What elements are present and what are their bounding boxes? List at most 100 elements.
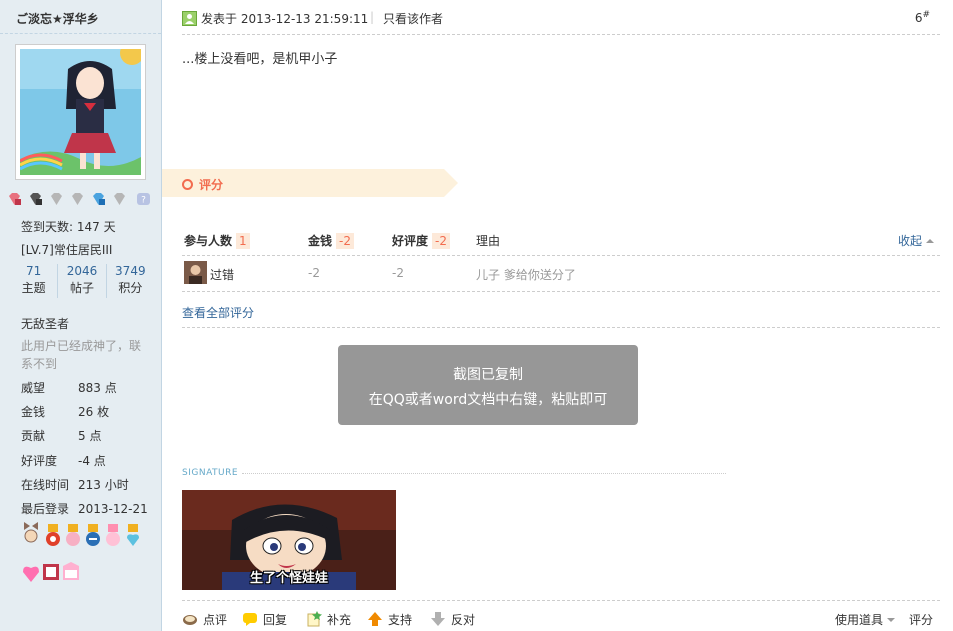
stat-label: 主题 xyxy=(21,281,46,295)
medal-icon[interactable] xyxy=(42,560,60,584)
post-main: 发表于 2013-12-13 21:59:11 | 只看该作者 6# ...楼上… xyxy=(162,0,953,631)
profile-value: -4 点 xyxy=(78,454,106,468)
stat-points[interactable]: 3749 积分 xyxy=(105,264,154,298)
tools-label: 使用道具 xyxy=(834,613,883,627)
user-sidebar: ご淡忘★浮华乡 ? 签到天数: 147 天 [LV.7]常住居民III 71 主… xyxy=(0,0,162,631)
stat-number[interactable]: 3749 xyxy=(107,264,154,279)
rater-name[interactable]: 过错 xyxy=(210,266,234,283)
rating-banner: 评分 xyxy=(162,169,458,197)
rating-row: 过错 -2 -2 儿子 爹给你送分了 xyxy=(182,256,940,292)
support-label: 支持 xyxy=(388,613,413,627)
user-stats: 71 主题 2046 帖子 3749 积分 xyxy=(10,264,154,298)
rating-table: 参与人数 1 金钱 -2 好评度 -2 理由 收起 过错 -2 -2 儿子 爹给你送分… xyxy=(182,224,940,292)
signature-label: SIGNATURE xyxy=(182,468,239,478)
col-participants-label: 参与人数 xyxy=(184,234,233,248)
rater-reputation: -2 xyxy=(392,266,404,280)
medal-icon[interactable] xyxy=(22,520,40,544)
divider xyxy=(0,33,161,34)
chevron-up-icon xyxy=(926,239,934,243)
medal-icon[interactable] xyxy=(64,524,82,548)
thumbs-down-arrow-icon xyxy=(431,612,445,626)
profile-key: 在线时间 xyxy=(21,478,70,492)
medal-icon[interactable] xyxy=(124,524,142,548)
use-tools-dropdown[interactable]: 使用道具 xyxy=(835,611,895,628)
stat-number[interactable]: 2046 xyxy=(58,264,105,279)
col-money-label: 金钱 xyxy=(308,234,333,248)
screenshot-toast: 截图已复制 在QQ或者word文档中右键，粘贴即可 xyxy=(338,345,638,425)
reply-icon xyxy=(243,613,257,626)
username-link[interactable]: ご淡忘★浮华乡 xyxy=(16,10,99,27)
profile-value: 883 点 xyxy=(78,381,117,395)
user-status-note: 此用户已经成神了，联系不到 xyxy=(21,339,142,371)
rating-table-header: 参与人数 1 金钱 -2 好评度 -2 理由 收起 xyxy=(182,224,940,256)
rater-avatar[interactable] xyxy=(184,261,207,284)
svg-text:?: ? xyxy=(141,196,146,206)
support-button[interactable]: 支持 xyxy=(367,611,412,628)
medal-icon[interactable] xyxy=(22,560,40,584)
profile-key: 贡献 xyxy=(21,429,46,443)
supplement-button[interactable]: 补充 xyxy=(306,611,351,628)
profile-value: 5 点 xyxy=(78,429,102,443)
post-header: 发表于 2013-12-13 21:59:11 | 只看该作者 6# xyxy=(182,0,940,35)
user-title: 无敌圣者 xyxy=(21,317,70,331)
profile-row: 最后登录 2013-12-21 xyxy=(21,500,161,517)
participants-count: 1 xyxy=(236,233,250,249)
chevron-down-icon xyxy=(887,618,895,622)
gem-icon[interactable] xyxy=(7,192,22,206)
profile-value: 213 小时 xyxy=(78,478,129,492)
comment-label: 点评 xyxy=(203,613,228,627)
collapse-button[interactable]: 收起 xyxy=(898,232,934,249)
col-money: 金钱 -2 xyxy=(308,232,354,249)
oppose-label: 反对 xyxy=(451,613,476,627)
stat-threads[interactable]: 71 主题 xyxy=(10,264,57,298)
profile-value: 2013-12-21 xyxy=(78,502,148,516)
signature-divider xyxy=(242,473,726,474)
only-author-link[interactable]: 只看该作者 xyxy=(383,10,443,27)
medal-icon[interactable] xyxy=(104,524,122,548)
oppose-button[interactable]: 反对 xyxy=(430,611,475,628)
view-all-ratings-link[interactable]: 查看全部评分 xyxy=(182,304,254,321)
profile-row: 威望 883 点 xyxy=(21,379,161,396)
user-level: [LV.7]常住居民III xyxy=(21,243,113,257)
supplement-icon xyxy=(307,611,322,627)
post-content: ...楼上没看吧，是机甲小子 xyxy=(182,52,338,67)
badge-row: ? xyxy=(7,192,157,208)
gem-icon[interactable] xyxy=(91,192,106,206)
gem-icon[interactable] xyxy=(49,192,64,206)
gem-icon[interactable] xyxy=(28,192,43,206)
signature-image: 生了个怪娃娃 xyxy=(182,490,396,590)
profile-row: 好评度 -4 点 xyxy=(21,452,161,469)
medal-icon[interactable] xyxy=(84,524,102,548)
floor-number[interactable]: 6# xyxy=(915,10,930,25)
money-total: -2 xyxy=(336,233,354,249)
stat-label: 帖子 xyxy=(69,281,94,295)
help-icon[interactable]: ? xyxy=(136,192,151,206)
avatar[interactable] xyxy=(15,44,146,180)
stat-number[interactable]: 71 xyxy=(10,264,57,279)
divider xyxy=(182,327,940,328)
comment-icon xyxy=(183,615,197,625)
separator: | xyxy=(370,10,375,24)
profile-value: 26 枚 xyxy=(78,405,110,419)
floor-mark: # xyxy=(922,10,930,20)
comment-button[interactable]: 点评 xyxy=(182,611,227,628)
col-reputation-label: 好评度 xyxy=(392,234,429,248)
avatar-image xyxy=(20,49,141,175)
medal-icon[interactable] xyxy=(62,560,80,584)
supplement-label: 补充 xyxy=(327,613,352,627)
profile-key: 好评度 xyxy=(21,454,58,468)
medal-icon[interactable] xyxy=(44,524,62,548)
stat-label: 积分 xyxy=(118,281,143,295)
stat-posts[interactable]: 2046 帖子 xyxy=(57,264,105,298)
profile-key: 最后登录 xyxy=(21,502,70,516)
profile-row: 贡献 5 点 xyxy=(21,427,161,444)
reply-button[interactable]: 回复 xyxy=(242,611,287,628)
gem-icon[interactable] xyxy=(70,192,85,206)
collapse-label: 收起 xyxy=(897,234,922,248)
rater-reason: 儿子 爹给你送分了 xyxy=(476,268,576,282)
signature-caption: 生了个怪娃娃 xyxy=(249,571,328,586)
divider xyxy=(182,600,940,601)
rate-button[interactable]: 评分 xyxy=(909,611,933,628)
gem-icon[interactable] xyxy=(112,192,127,206)
medal-list xyxy=(22,520,148,596)
